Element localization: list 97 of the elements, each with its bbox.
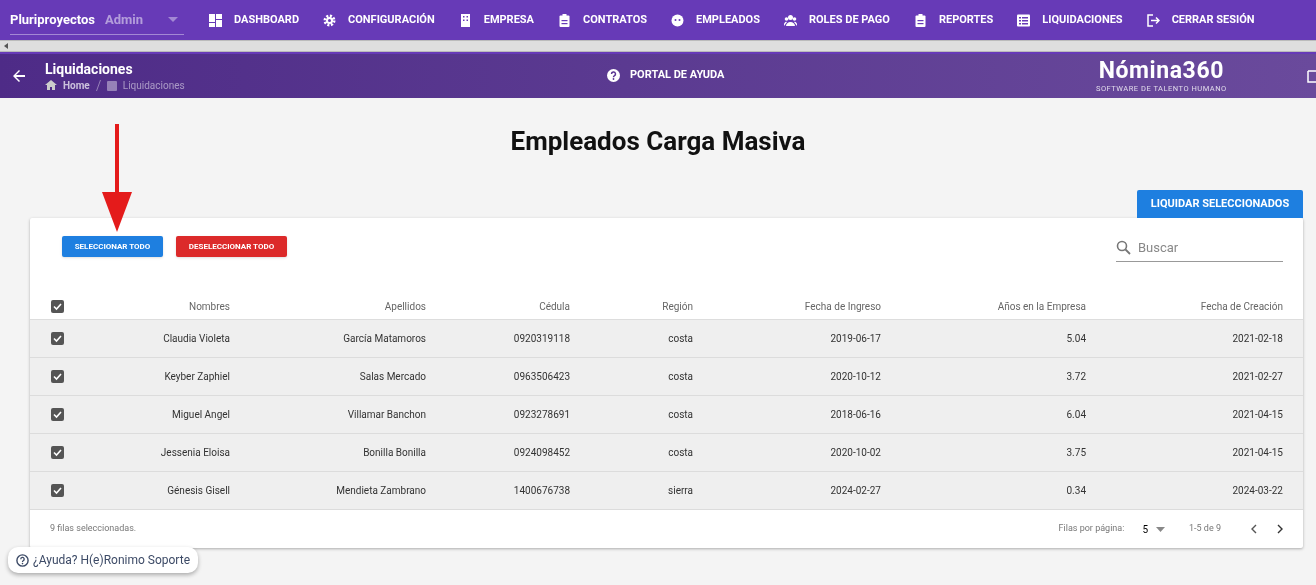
table-cell-text: costa — [667, 408, 693, 422]
help-icon — [607, 68, 620, 82]
rows-per-page-select[interactable]: 5 — [1142, 521, 1165, 537]
rows-per-page-label: Filas por página: — [1058, 522, 1125, 536]
table-cell-text: Bonilla Bonilla — [362, 446, 426, 460]
table-cell-text: 2021-04-15 — [1231, 408, 1283, 422]
search-field[interactable]: Buscar — [1116, 234, 1283, 262]
table-row[interactable]: Claudia Violeta García Matamoros 0920319118 costa 2019-06-17 5.04 2021-02-18 — [30, 320, 1303, 358]
table-cell-text: costa — [667, 446, 693, 460]
table-row[interactable]: Miguel Angel Villamar Banchon 0923278691 costa 2018-06-16 6.04 2021-04-15 — [30, 396, 1303, 434]
table-cell-text: Keyber Zaphiel — [163, 370, 230, 384]
list-icon — [1017, 13, 1031, 27]
select-all-button[interactable]: SELECCIONAR TODO — [62, 236, 163, 257]
table-cell-text: sierra — [667, 484, 693, 498]
checkbox[interactable] — [51, 484, 64, 497]
checkbox[interactable] — [51, 408, 64, 421]
logo-text: Nómina360 — [1098, 58, 1224, 84]
home-icon — [45, 80, 57, 90]
face-icon — [671, 13, 685, 27]
table-cell-text: Villamar Banchon — [346, 408, 426, 422]
table-cell-text: Génesis Gisell — [166, 484, 230, 498]
table-row[interactable]: Keyber Zaphiel Salas Mercado 0963506423 costa 2020-10-12 3.72 2021-02-27 — [30, 358, 1303, 396]
help-icon — [16, 553, 29, 567]
people-icon — [784, 13, 797, 27]
nav-link[interactable]: LIQUIDACIONES — [1017, 11, 1123, 29]
company-select[interactable]: Pluriproyectos — [10, 9, 95, 30]
table-cell-text: 6.04 — [1065, 408, 1086, 422]
help-portal-link[interactable]: PORTAL DE AYUDA — [630, 67, 725, 84]
dashboard-icon — [209, 13, 222, 27]
column-header[interactable]: Fecha de Ingreso — [693, 298, 881, 314]
dropdown-icon — [168, 17, 178, 22]
caret-icon — [1156, 526, 1165, 532]
page-title: Empleados Carga Masiva — [509, 125, 807, 158]
column-header[interactable]: Región — [570, 298, 693, 314]
table-cell-text: 2021-02-27 — [1231, 370, 1283, 384]
previous-page-icon[interactable] — [1251, 524, 1257, 534]
table-cell-text: 0920319118 — [512, 332, 570, 346]
table-cell-text: 2020-10-02 — [829, 446, 881, 460]
back-arrow-icon[interactable] — [12, 70, 25, 82]
column-header[interactable]: Apellidos — [230, 298, 426, 314]
table-cell-text: Miguel Angel — [171, 408, 230, 422]
table-cell-text: 0.34 — [1065, 484, 1086, 498]
table-cell-text: García Matamoros — [342, 332, 426, 346]
deselect-all-button[interactable]: DESELECCIONAR TODO — [176, 236, 287, 257]
table-cell-text: 2021-02-18 — [1231, 332, 1283, 346]
table-cell-text: 0923278691 — [512, 408, 570, 422]
breadcrumb-link[interactable]: Home — [63, 77, 90, 93]
liquidate-selected-button[interactable]: LIQUIDAR SELECCIONADOS — [1137, 190, 1303, 218]
table-cell-text: costa — [667, 332, 693, 346]
table-cell-text: 2024-03-22 — [1231, 484, 1283, 498]
table-cell-text: 2021-04-15 — [1231, 446, 1283, 460]
column-header[interactable]: Años en la Empresa — [881, 298, 1086, 314]
table-cell-text: Mendieta Zambrano — [335, 484, 426, 498]
table-cell-text: 1400676738 — [512, 484, 570, 498]
table-cell-text: Claudia Violeta — [162, 332, 230, 346]
building-icon — [458, 13, 472, 27]
settings-icon — [323, 13, 337, 27]
table-cell-text: 2020-10-12 — [829, 370, 881, 384]
help-chip[interactable]: ¿Ayuda? H(e)Ronimo Soporte — [8, 547, 198, 573]
checkbox[interactable] — [51, 446, 64, 459]
checkbox[interactable] — [51, 370, 64, 383]
column-header[interactable]: Fecha de Creación — [1086, 298, 1283, 314]
column-header[interactable]: Cédula — [426, 298, 570, 314]
table-cell-text: Salas Mercado — [358, 370, 426, 384]
logout-icon[interactable] — [1307, 70, 1316, 83]
table-cell-text: 5.04 — [1065, 332, 1086, 346]
column-header[interactable]: Nombres — [90, 298, 230, 314]
pagination-range: 1-5 de 9 — [1189, 522, 1221, 536]
breadcrumb-current: Liquidaciones — [122, 78, 185, 93]
table-row[interactable]: Jessenia Eloisa Bonilla Bonilla 0924098452 costa 2020-10-02 3.75 2021-04-15 — [30, 434, 1303, 472]
table-cell-text: 3.75 — [1065, 446, 1086, 460]
nav-link[interactable]: ROLES DE PAGO — [784, 11, 890, 29]
table-cell-text: 2018-06-16 — [829, 408, 881, 422]
nav-link[interactable]: REPORTES — [913, 11, 994, 29]
nav-link[interactable]: CONTRATOS — [558, 11, 648, 29]
logout-icon — [1146, 13, 1160, 27]
selection-count: 9 filas seleccionadas. — [50, 522, 137, 536]
table-cell-text: 2024-02-27 — [829, 484, 881, 498]
page-header-title: Liquidaciones — [45, 59, 134, 78]
nav-link[interactable]: EMPLEADOS — [671, 11, 760, 29]
table-cell-text: 0963506423 — [512, 370, 570, 384]
nav-link[interactable]: DASHBOARD — [209, 11, 300, 29]
table-cell-text: costa — [667, 370, 693, 384]
next-page-icon[interactable] — [1277, 524, 1283, 534]
checkbox[interactable] — [51, 299, 64, 313]
breadcrumb-separator-icon — [95, 79, 101, 91]
search-icon — [1116, 240, 1131, 255]
table-row[interactable]: Génesis Gisell Mendieta Zambrano 1400676738 sierra 2024-02-27 0.34 2024-03-22 — [30, 472, 1303, 510]
nav-link[interactable]: CONFIGURACIÓN — [323, 11, 435, 29]
nav-link[interactable]: EMPRESA — [458, 11, 534, 29]
nav-link[interactable]: CERRAR SESIÓN — [1146, 11, 1255, 29]
table-cell-text: 3.72 — [1065, 370, 1086, 384]
scroll-left-icon[interactable] — [4, 43, 8, 49]
table-cell-text: Jessenia Eloisa — [159, 446, 230, 460]
table-cell-text: 0924098452 — [512, 446, 570, 460]
table-cell-text: 2019-06-17 — [829, 332, 881, 346]
checkbox[interactable] — [51, 332, 64, 345]
